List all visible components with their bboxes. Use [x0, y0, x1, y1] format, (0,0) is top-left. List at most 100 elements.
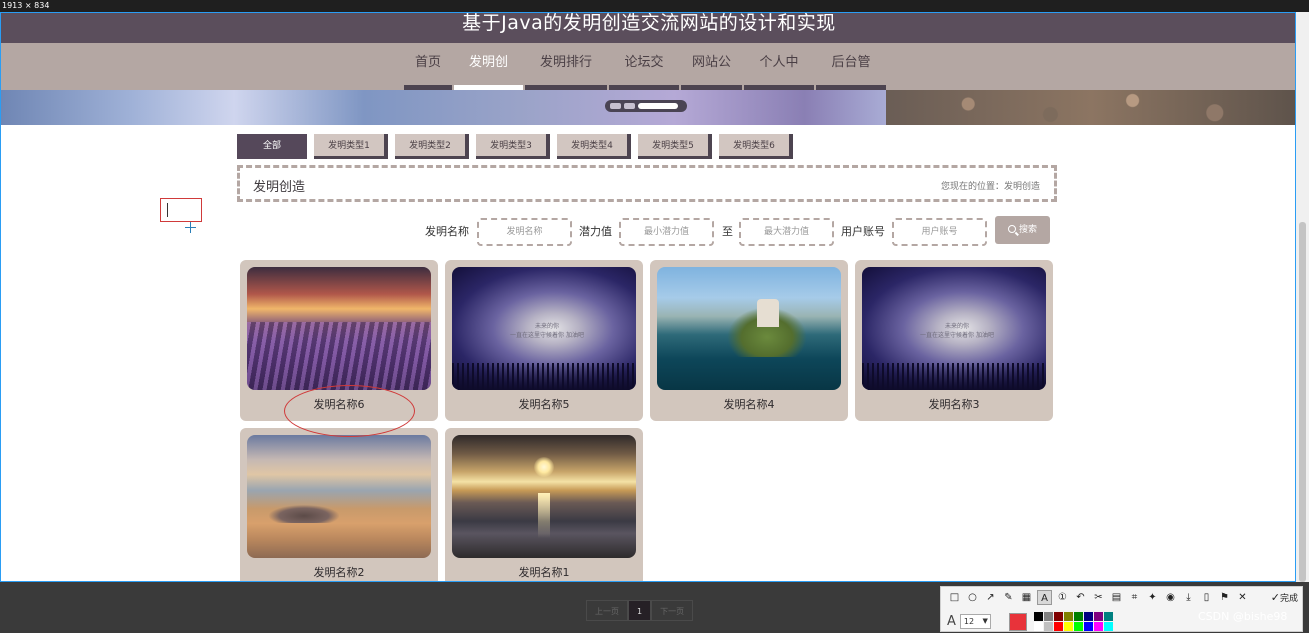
- current-page[interactable]: 1: [628, 600, 652, 621]
- palette-color-swatch[interactable]: [1083, 622, 1093, 631]
- name-input[interactable]: 发明名称: [477, 218, 572, 246]
- close-icon[interactable]: ✕: [1235, 590, 1250, 605]
- crosshair-cursor-icon: [185, 222, 196, 233]
- card-image-castle: [657, 267, 841, 390]
- palette-color-swatch[interactable]: [1033, 612, 1043, 621]
- category-tab[interactable]: 发明类型4: [557, 134, 631, 159]
- search-button[interactable]: 搜索: [995, 216, 1050, 244]
- crop-icon[interactable]: ⌗: [1127, 590, 1142, 605]
- undo-icon[interactable]: ↶: [1073, 590, 1088, 605]
- category-tab[interactable]: 发明类型2: [395, 134, 469, 159]
- palette-color-swatch[interactable]: [1093, 622, 1103, 631]
- font-icon[interactable]: A: [947, 614, 956, 629]
- invention-card[interactable]: 发明名称4: [650, 260, 848, 421]
- palette-color-swatch[interactable]: [1043, 622, 1053, 631]
- ocr-icon[interactable]: ▤: [1109, 590, 1124, 605]
- palette-color-swatch[interactable]: [1083, 612, 1093, 621]
- palette-color-swatch[interactable]: [1053, 612, 1063, 621]
- search-button-label: 搜索: [1018, 225, 1037, 235]
- category-tabs: 全部 发明类型1 发明类型2 发明类型3 发明类型4 发明类型5 发明类型6: [237, 134, 793, 159]
- screenshot-toolbar: □ ○ ↗ ✎ ▦ A ① ↶ ✂ ▤ ⌗ ✦ ◉ ⤓ ▯ ⚑ ✕ ✓完成 A 12 ▼: [940, 586, 1303, 632]
- chevron-down-icon: ▼: [982, 617, 988, 625]
- card-image-sky: [247, 435, 431, 558]
- palette-color-swatch[interactable]: [1103, 612, 1113, 621]
- poster-title: 未来的你: [944, 323, 969, 330]
- nav-item[interactable]: 后台管理: [816, 43, 886, 110]
- palette-color-swatch[interactable]: [1093, 612, 1103, 621]
- site-header: 基于Java的发明创造交流网站的设计和实现: [1, 13, 1295, 43]
- invention-card[interactable]: 发明名称2: [240, 428, 438, 581]
- card-image-future: 未来的你 一直在这里守候着你 加油吧: [862, 267, 1046, 390]
- palette-color-swatch[interactable]: [1103, 622, 1113, 631]
- poster-title: 未来的你: [534, 323, 559, 330]
- rectangle-icon[interactable]: □: [947, 590, 962, 605]
- carousel-dot[interactable]: [610, 103, 621, 109]
- color-palette: [1033, 612, 1113, 631]
- nav-item[interactable]: 发明创造: [454, 43, 523, 110]
- name-label: 发明名称: [425, 225, 469, 238]
- cut-icon[interactable]: ✂: [1091, 590, 1106, 605]
- mosaic-icon[interactable]: ▦: [1019, 590, 1034, 605]
- save-icon[interactable]: ▯: [1199, 590, 1214, 605]
- text-caret: [167, 203, 168, 217]
- arrow-icon[interactable]: ↗: [983, 590, 998, 605]
- nav-item[interactable]: 论坛交流: [609, 43, 679, 110]
- card-title: 发明名称1: [518, 566, 570, 579]
- scrollbar-thumb[interactable]: [1299, 222, 1306, 582]
- banner-carousel: [1, 90, 1295, 125]
- invention-card[interactable]: 未来的你 一直在这里守候着你 加油吧 发明名称5: [445, 260, 643, 421]
- potential-label: 潜力值: [579, 225, 612, 238]
- carousel-dot[interactable]: [624, 103, 635, 109]
- palette-color-swatch[interactable]: [1043, 612, 1053, 621]
- category-tab[interactable]: 发明类型6: [719, 134, 793, 159]
- nav-item[interactable]: 个人中心: [744, 43, 814, 110]
- card-title: 发明名称3: [928, 398, 980, 411]
- text-icon[interactable]: A: [1037, 590, 1052, 605]
- next-page-button[interactable]: 下一页: [651, 600, 694, 621]
- card-image-future: 未来的你 一直在这里守候着你 加油吧: [452, 267, 636, 390]
- palette-color-swatch[interactable]: [1073, 612, 1083, 621]
- palette-color-swatch[interactable]: [1063, 612, 1073, 621]
- account-label: 用户账号: [841, 225, 885, 238]
- annotation-text-box[interactable]: [160, 198, 202, 222]
- nav-item[interactable]: 发明排行榜: [525, 43, 607, 110]
- pin-icon[interactable]: ✦: [1145, 590, 1160, 605]
- invention-card[interactable]: 未来的你 一直在这里守候着你 加油吧 发明名称3: [855, 260, 1053, 421]
- download-icon[interactable]: ⤓: [1181, 590, 1196, 605]
- nav-item[interactable]: 首页: [404, 43, 452, 90]
- palette-color-swatch[interactable]: [1073, 622, 1083, 631]
- to-label: 至: [722, 225, 733, 238]
- palette-color-swatch[interactable]: [1063, 622, 1073, 631]
- palette-color-swatch[interactable]: [1053, 622, 1063, 631]
- check-icon: ✓: [1270, 591, 1280, 604]
- palette-color-swatch[interactable]: [1033, 622, 1043, 631]
- record-icon[interactable]: ◉: [1163, 590, 1178, 605]
- ellipse-icon[interactable]: ○: [965, 590, 980, 605]
- font-size-value: 12: [963, 617, 975, 626]
- font-size-select[interactable]: 12 ▼: [959, 614, 991, 629]
- category-tab[interactable]: 发明类型1: [314, 134, 388, 159]
- category-tab[interactable]: 发明类型5: [638, 134, 712, 159]
- min-potential-input[interactable]: 最小潜力值: [619, 218, 714, 246]
- done-button[interactable]: ✓完成: [1271, 590, 1298, 607]
- annotation-ellipse[interactable]: [284, 385, 415, 437]
- page-frame: 基于Java的发明创造交流网站的设计和实现 首页发明创造发明排行榜论坛交流网站公…: [0, 12, 1296, 582]
- max-potential-input[interactable]: 最大潜力值: [739, 218, 834, 246]
- nav-item[interactable]: 网站公告: [681, 43, 742, 110]
- category-tab[interactable]: 全部: [237, 134, 307, 159]
- number-icon[interactable]: ①: [1055, 590, 1070, 605]
- prev-page-button[interactable]: 上一页: [586, 600, 628, 621]
- card-image-lavender: [247, 267, 431, 390]
- pencil-icon[interactable]: ✎: [1001, 590, 1016, 605]
- current-color-swatch[interactable]: [1008, 612, 1027, 631]
- banner-image-rocks: [886, 90, 1295, 125]
- nav-item-label: 首页: [414, 55, 441, 70]
- carousel-dot-active[interactable]: [638, 103, 678, 109]
- page-scrollbar[interactable]: [1296, 12, 1309, 582]
- account-input[interactable]: 用户账号: [892, 218, 987, 246]
- done-label: 完成: [1279, 594, 1298, 604]
- invention-card[interactable]: 发明名称1: [445, 428, 643, 581]
- category-tab[interactable]: 发明类型3: [476, 134, 550, 159]
- favorite-icon[interactable]: ⚑: [1217, 590, 1232, 605]
- carousel-dots: [605, 100, 687, 112]
